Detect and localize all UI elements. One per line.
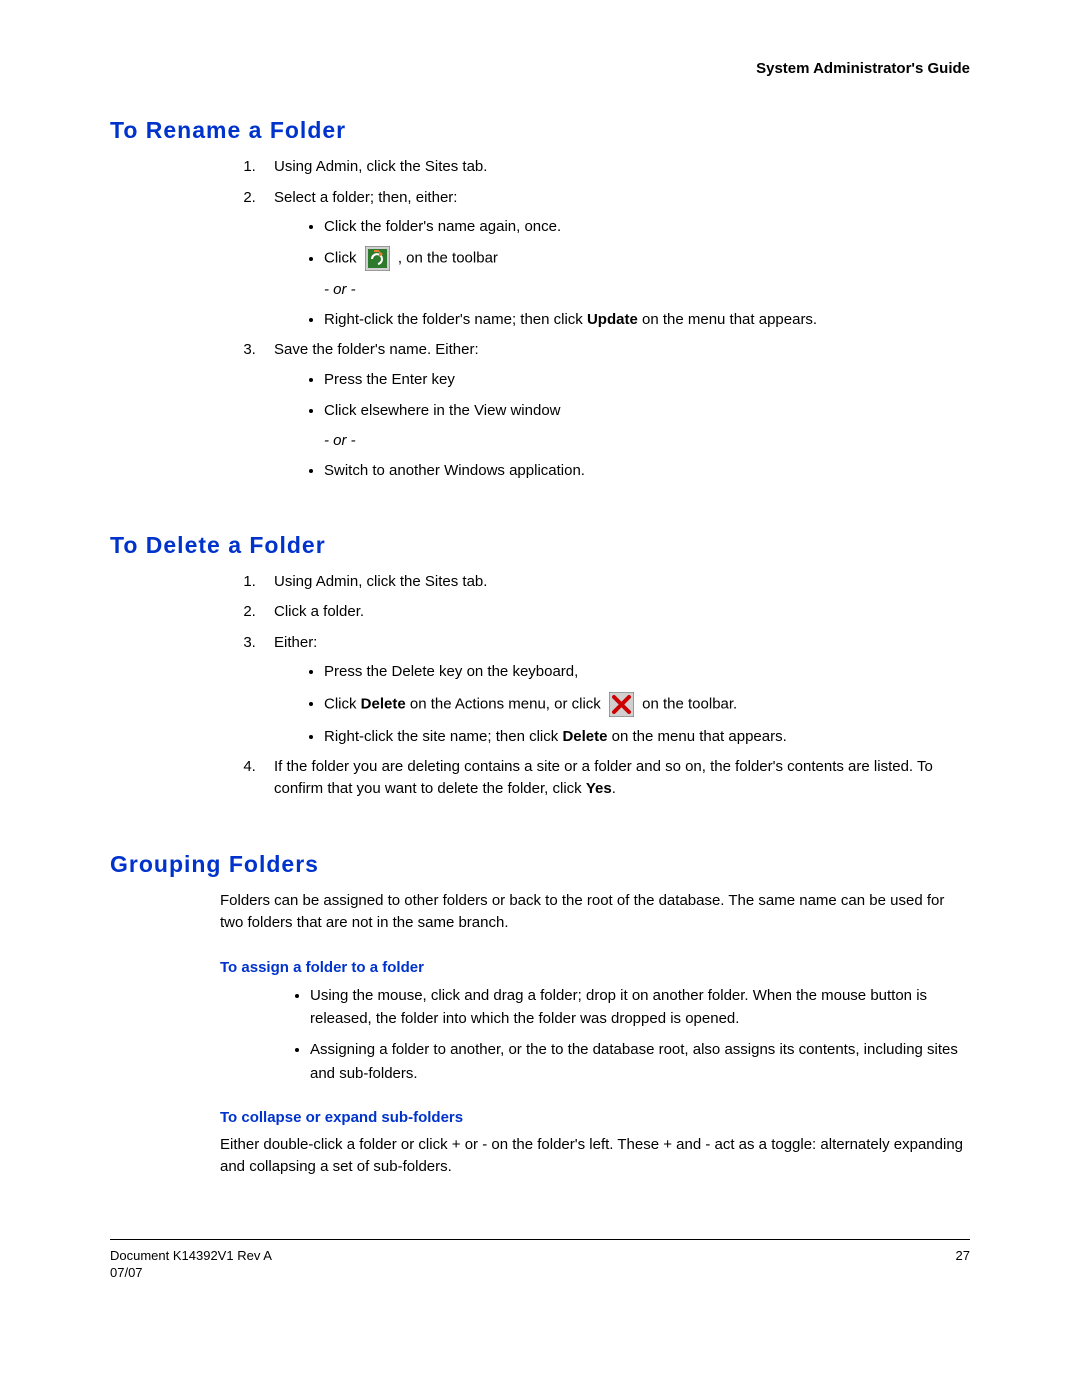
bold-word: Update (587, 311, 638, 328)
header-guide-title: System Administrator's Guide (110, 60, 970, 77)
list-item: Right-click the site name; then click De… (324, 725, 970, 748)
bold-word: Delete (562, 728, 607, 745)
subheading-assign-folder: To assign a folder to a folder (220, 959, 970, 976)
footer-left: Document K14392V1 Rev A 07/07 (110, 1248, 272, 1282)
list-item: Click the folder's name again, once. (324, 215, 970, 238)
step-text: Select a folder; then, either: (274, 189, 457, 206)
step-text-post: . (612, 780, 616, 797)
sub-bullets: Click the folder's name again, once. Cli… (294, 215, 970, 271)
refresh-icon (365, 246, 390, 271)
list-item: Either: Press the Delete key on the keyb… (260, 632, 970, 748)
or-separator: - or - (324, 430, 970, 453)
bullet-text: Click elsewhere in the View window (324, 402, 561, 419)
list-item: Press the Enter key (324, 368, 970, 391)
collapse-expand-paragraph: Either double-click a folder or click + … (220, 1134, 970, 1179)
bullet-text-pre: Right-click the site name; then click (324, 728, 562, 745)
list-item: Click a folder. (260, 601, 970, 624)
page-footer: Document K14392V1 Rev A 07/07 27 (110, 1248, 970, 1282)
bullet-text: Press the Delete key on the keyboard, (324, 663, 578, 680)
list-item: Assigning a folder to another, or the to… (310, 1038, 970, 1085)
bold-word: Delete (361, 695, 406, 712)
list-item: Using Admin, click the Sites tab. (260, 156, 970, 179)
sub-bullets: Press the Enter key Click elsewhere in t… (294, 368, 970, 423)
heading-grouping-folders: Grouping Folders (110, 851, 970, 878)
bullet-text-post: on the toolbar. (642, 695, 737, 712)
bold-word: Yes (586, 780, 612, 797)
footer-divider (110, 1239, 970, 1240)
list-item: Click Delete on the Actions menu, or cli… (324, 692, 970, 717)
bullet-text-post: on the menu that appears. (638, 311, 817, 328)
footer-date: 07/07 (110, 1265, 272, 1282)
step-text: Using Admin, click the Sites tab. (274, 158, 487, 175)
bullet-text-pre: Right-click the folder's name; then clic… (324, 311, 587, 328)
list-item: Click elsewhere in the View window (324, 399, 970, 422)
list-item: Using Admin, click the Sites tab. (260, 571, 970, 594)
step-text: Using Admin, click the Sites tab. (274, 573, 487, 590)
heading-delete-folder: To Delete a Folder (110, 532, 970, 559)
step-text: Either: (274, 634, 317, 651)
footer-doc-id: Document K14392V1 Rev A (110, 1248, 272, 1265)
sub-bullets: Press the Delete key on the keyboard, Cl… (294, 660, 970, 748)
bullet-text: Press the Enter key (324, 371, 455, 388)
assign-bullets: Using the mouse, click and drag a folder… (280, 984, 970, 1085)
rename-steps-list: Using Admin, click the Sites tab. Select… (220, 156, 970, 482)
delete-steps-list: Using Admin, click the Sites tab. Click … (220, 571, 970, 801)
bullet-text-pre: Click (324, 695, 361, 712)
page-number: 27 (956, 1248, 970, 1282)
bullet-text: Click the folder's name again, once. (324, 218, 561, 235)
list-item: If the folder you are deleting contains … (260, 756, 970, 801)
bullet-text: Switch to another Windows application. (324, 462, 585, 479)
step-text: Click a folder. (274, 603, 364, 620)
list-item: Save the folder's name. Either: Press th… (260, 339, 970, 482)
bullet-text-pre: Click (324, 250, 361, 267)
or-separator: - or - (324, 279, 970, 302)
grouping-intro: Folders can be assigned to other folders… (220, 890, 970, 935)
subheading-collapse-expand: To collapse or expand sub-folders (220, 1109, 970, 1126)
list-item: Press the Delete key on the keyboard, (324, 660, 970, 683)
list-item: Select a folder; then, either: Click the… (260, 187, 970, 332)
delete-x-icon (609, 692, 634, 717)
sub-bullets: Right-click the folder's name; then clic… (294, 308, 970, 331)
list-item: Using the mouse, click and drag a folder… (310, 984, 970, 1031)
bullet-text: Assigning a folder to another, or the to… (310, 1041, 958, 1081)
bullet-text-post: on the menu that appears. (607, 728, 786, 745)
list-item: Right-click the folder's name; then clic… (324, 308, 970, 331)
bullet-text-post: , on the toolbar (398, 250, 498, 267)
document-page: System Administrator's Guide To Rename a… (0, 0, 1080, 1322)
list-item: Click , on the toolbar (324, 246, 970, 271)
bullet-text: Using the mouse, click and drag a folder… (310, 987, 927, 1027)
heading-rename-folder: To Rename a Folder (110, 117, 970, 144)
sub-bullets: Switch to another Windows application. (294, 459, 970, 482)
step-text: Save the folder's name. Either: (274, 341, 479, 358)
bullet-text-mid: on the Actions menu, or click (406, 695, 605, 712)
list-item: Switch to another Windows application. (324, 459, 970, 482)
